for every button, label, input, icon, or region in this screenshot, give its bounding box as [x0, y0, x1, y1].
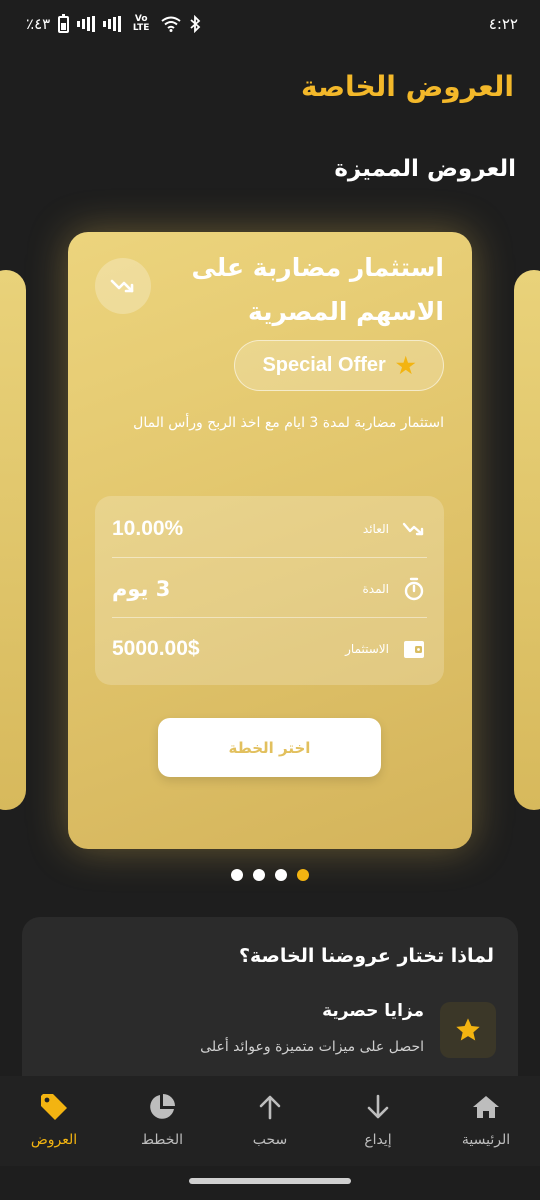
wallet-icon — [401, 636, 427, 662]
bluetooth-icon — [189, 15, 201, 33]
nav-label: العروض — [30, 1132, 78, 1148]
nav-item-offers[interactable]: العروض — [0, 1076, 108, 1166]
arrow-down-icon — [361, 1090, 395, 1124]
nav-label: إيداع — [364, 1132, 392, 1148]
star-icon — [456, 1018, 480, 1041]
feature-description: احصل على ميزات متميزة وعوائد أعلى — [200, 1039, 424, 1055]
why-title: لماذا تختار عروضنا الخاصة؟ — [238, 945, 494, 967]
carousel-dots — [0, 869, 540, 881]
trend-badge — [95, 258, 151, 314]
detail-row-duration: 3 يوم المدة — [112, 560, 427, 618]
signal-icon-2 — [103, 16, 122, 32]
feature-icon-box — [440, 1002, 496, 1058]
status-time: ٤:٢٢ — [488, 15, 518, 33]
battery-percent: ٪٤٣ — [26, 15, 51, 33]
why-section: لماذا تختار عروضنا الخاصة؟ مزايا حصرية ا… — [22, 917, 518, 1087]
tag-icon — [37, 1090, 71, 1124]
detail-row-investment: 5000.00$ الاستثمار — [112, 620, 427, 678]
volte-icon: Vo LTE — [132, 14, 150, 33]
nav-item-withdraw[interactable]: سحب — [216, 1076, 324, 1166]
special-offer-label: Special Offer — [262, 354, 386, 376]
detail-value: 5000.00$ — [112, 637, 200, 660]
detail-value: 3 يوم — [112, 576, 171, 601]
carousel-prev-card[interactable] — [0, 270, 26, 810]
detail-label: العائد — [362, 521, 389, 536]
pie-chart-icon — [145, 1090, 179, 1124]
status-bar: ٪٤٣ Vo LTE ٤:٢٢ — [0, 0, 540, 48]
timer-icon — [401, 576, 427, 602]
bottom-nav: الرئيسية إيداع سحب الخطط العروض — [0, 1076, 540, 1166]
carousel-dot[interactable] — [275, 869, 287, 881]
nav-label: سحب — [252, 1132, 288, 1148]
nav-item-home[interactable]: الرئيسية — [432, 1076, 540, 1166]
home-indicator[interactable] — [189, 1178, 351, 1184]
feature-title: مزايا حصرية — [322, 1001, 424, 1021]
offer-title: استثمار مضاربة على الاسهم المصرية — [191, 253, 444, 326]
nav-label: الرئيسية — [461, 1132, 511, 1148]
choose-plan-button[interactable]: اختر الخطة — [158, 718, 381, 777]
section-title-featured: العروض المميزة — [334, 156, 516, 182]
detail-label: الاستثمار — [345, 642, 389, 656]
carousel-next-card[interactable] — [514, 270, 540, 810]
nav-item-plans[interactable]: الخطط — [108, 1076, 216, 1166]
detail-label: المدة — [362, 581, 389, 596]
wifi-icon — [161, 16, 181, 32]
special-offer-badge: Special Offer ★ — [234, 340, 444, 391]
offer-details: 10.00% العائد 3 يوم المدة 5000.00$ الاست… — [95, 496, 444, 685]
star-icon: ★ — [395, 352, 416, 378]
trend-down-icon — [110, 279, 134, 293]
carousel-dot[interactable] — [253, 869, 265, 881]
signal-icon — [77, 16, 96, 32]
home-icon — [469, 1090, 503, 1124]
status-icons: ٪٤٣ Vo LTE — [26, 13, 201, 33]
nav-item-deposit[interactable]: إيداع — [324, 1076, 432, 1166]
page-title: العروض الخاصة — [301, 70, 514, 103]
nav-label: الخطط — [141, 1132, 183, 1148]
trend-icon — [401, 516, 427, 542]
detail-value: 10.00% — [112, 516, 184, 540]
arrow-up-icon — [253, 1090, 287, 1124]
detail-row-return: 10.00% العائد — [112, 500, 427, 558]
carousel-dot[interactable] — [231, 869, 243, 881]
offer-description: استثمار مضاربة لمدة 3 ايام مع اخذ الربح … — [133, 415, 444, 431]
carousel-dot-active[interactable] — [297, 869, 309, 881]
offer-card[interactable]: استثمار مضاربة على الاسهم المصرية Specia… — [68, 232, 472, 849]
battery-icon — [58, 13, 70, 33]
